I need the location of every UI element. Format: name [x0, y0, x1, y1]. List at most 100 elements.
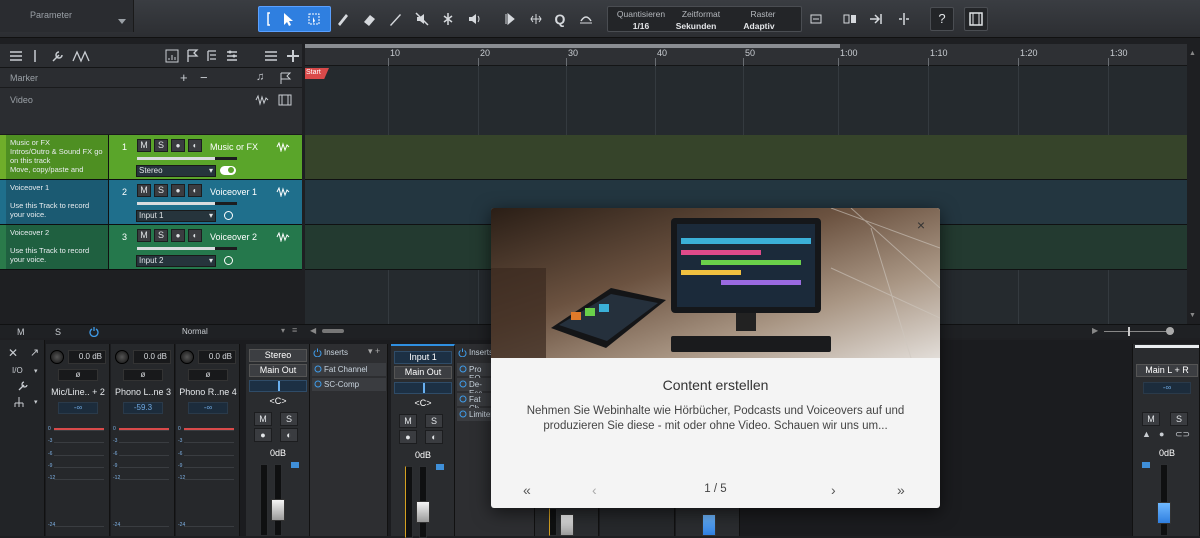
mode-dropdown-icon[interactable]: ▾	[281, 326, 285, 335]
track-monitor-button[interactable]: ◐	[188, 229, 202, 242]
arrow-tool-icon[interactable]	[275, 7, 299, 31]
minus-box-icon[interactable]	[804, 7, 828, 31]
main-metronome-icon[interactable]: ▲	[1142, 429, 1151, 439]
track-volume-slider[interactable]	[137, 202, 237, 205]
event-fx-icon[interactable]	[838, 7, 862, 31]
stereo-pan-slider[interactable]	[249, 380, 307, 392]
next-page-button[interactable]: ›	[831, 482, 836, 498]
mixer-wrench-icon[interactable]	[17, 380, 29, 392]
marker-flag-icon[interactable]	[278, 71, 292, 85]
track-waveform-icon[interactable]	[276, 232, 290, 242]
horizontal-scroll-thumb[interactable]	[322, 329, 344, 333]
insert-power-icon[interactable]	[314, 365, 322, 373]
channel-pan-value[interactable]: -59.3	[123, 402, 163, 414]
skip-forward-icon[interactable]	[864, 7, 888, 31]
insert-power-icon[interactable]	[459, 365, 467, 373]
insert-power-icon[interactable]	[459, 380, 467, 388]
listen-tool-icon[interactable]	[462, 7, 486, 31]
note-list-icon[interactable]	[205, 49, 219, 63]
input1-insert-slot-3[interactable]: Fat Ch	[457, 393, 491, 413]
phase-button[interactable]: ø	[123, 369, 163, 381]
divider-tool-icon[interactable]	[32, 49, 38, 63]
waveform-icon[interactable]	[255, 94, 269, 106]
input1-mute-button[interactable]: M	[399, 414, 417, 428]
track-volume-slider[interactable]	[137, 157, 237, 160]
track-input-select[interactable]: Stereo ▾	[136, 165, 216, 177]
grid-view-icon[interactable]	[165, 49, 179, 63]
snap-value[interactable]: Adaptiv	[730, 21, 788, 31]
track-notes[interactable]: Voiceover 2 Use this Track to record you…	[10, 228, 105, 264]
paint-tool-icon[interactable]	[383, 7, 407, 31]
music-note-icon[interactable]: ♫	[256, 71, 264, 83]
inserts-power-icon[interactable]	[313, 348, 322, 357]
track-volume-slider[interactable]	[137, 247, 237, 250]
channel-name[interactable]: Phono R..ne 4	[176, 387, 240, 397]
hidden-1-fader-handle[interactable]	[560, 514, 574, 536]
track-list-menu-icon[interactable]	[264, 49, 278, 63]
track-input-select[interactable]: Input 1 ▾	[136, 210, 216, 222]
main-fader-handle[interactable]	[1157, 502, 1171, 524]
input1-inserts-power-icon[interactable]	[458, 348, 467, 357]
input1-insert-slot-1[interactable]: Pro EQ	[457, 363, 491, 383]
zoom-slider[interactable]	[1104, 331, 1174, 332]
input1-pan-slider[interactable]	[394, 382, 452, 394]
stereo-solo-button[interactable]: S	[280, 412, 298, 426]
track-monitor-circle[interactable]	[224, 211, 233, 220]
network-icon[interactable]	[12, 396, 26, 410]
gain-knob[interactable]	[115, 350, 129, 364]
track-input-select[interactable]: Input 2 ▾	[136, 255, 216, 267]
main-link-icon[interactable]: ⊂⊃	[1175, 429, 1190, 440]
input-dropdown-icon[interactable]: ▾	[209, 256, 213, 266]
stereo-mute-button[interactable]: M	[254, 412, 272, 426]
insert-power-icon[interactable]	[459, 410, 467, 418]
track-notes[interactable]: Voiceover 1 Use this Track to record you…	[10, 183, 105, 219]
input1-record-button[interactable]: ●	[399, 430, 417, 444]
input1-strip-title[interactable]: Input 1	[394, 351, 452, 364]
track-solo-button[interactable]: S	[154, 229, 168, 242]
loop-range-bar[interactable]	[305, 44, 840, 48]
track-notes[interactable]: Music or FX Intros/Outro & Sound FX go o…	[10, 138, 105, 174]
video-button[interactable]	[964, 7, 988, 31]
network-dropdown-icon[interactable]: ▾	[34, 398, 38, 406]
track-solo-button[interactable]: S	[154, 139, 168, 152]
input1-solo-button[interactable]: S	[425, 414, 443, 428]
channel-pan-value[interactable]: -∞	[58, 402, 98, 414]
phase-button[interactable]: ø	[58, 369, 98, 381]
stereo-output-select[interactable]: Main Out	[249, 364, 307, 377]
last-page-button[interactable]: »	[897, 482, 905, 498]
main-mute-button[interactable]: M	[1142, 412, 1160, 426]
track-header-2[interactable]: Voiceover 1 Use this Track to record you…	[0, 180, 302, 225]
track-header-3[interactable]: Voiceover 2 Use this Track to record you…	[0, 225, 302, 270]
io-label[interactable]: I/O	[12, 366, 23, 375]
gain-knob[interactable]	[180, 350, 194, 364]
scroll-down-icon[interactable]: ▼	[1189, 312, 1196, 319]
track-toggle-switch[interactable]	[220, 166, 236, 175]
input1-output-select[interactable]: Main Out	[394, 366, 452, 379]
mute-all-button[interactable]: M	[17, 327, 25, 337]
insert-slot-1[interactable]: Fat Channel	[312, 363, 386, 376]
track-settings-icon[interactable]	[225, 49, 239, 63]
main-strip-title[interactable]: Main L + R	[1136, 364, 1198, 377]
input-dropdown-icon[interactable]: ▾	[209, 211, 213, 221]
gain-value[interactable]: 0.0 dB	[133, 350, 171, 364]
zoom-knob[interactable]	[1166, 327, 1174, 335]
power-icon[interactable]	[89, 326, 99, 337]
scroll-up-icon[interactable]: ▲	[1189, 50, 1196, 57]
track-name[interactable]: Voiceover 1	[210, 187, 257, 197]
parameter-panel[interactable]: Parameter	[0, 0, 134, 32]
stereo-record-button[interactable]: ●	[254, 428, 272, 442]
stereo-fader-handle[interactable]	[271, 499, 285, 521]
expand-mixer-icon[interactable]: ↗	[30, 346, 39, 359]
channel-name[interactable]: Phono L..ne 3	[111, 387, 175, 397]
track-solo-button[interactable]: S	[154, 184, 168, 197]
input1-insert-slot-4[interactable]: Limiter	[457, 408, 493, 421]
gain-value[interactable]: 0.0 dB	[68, 350, 106, 364]
split-tool-icon[interactable]	[436, 7, 460, 31]
insert-power-icon[interactable]	[314, 380, 322, 388]
main-pan-value[interactable]: -∞	[1143, 382, 1191, 394]
track-lane-1[interactable]	[305, 135, 1200, 180]
track-waveform-icon[interactable]	[276, 187, 290, 197]
hidden-3-fader-handle[interactable]	[702, 514, 716, 536]
wrench-icon[interactable]	[50, 49, 64, 63]
track-monitor-circle[interactable]	[224, 256, 233, 265]
